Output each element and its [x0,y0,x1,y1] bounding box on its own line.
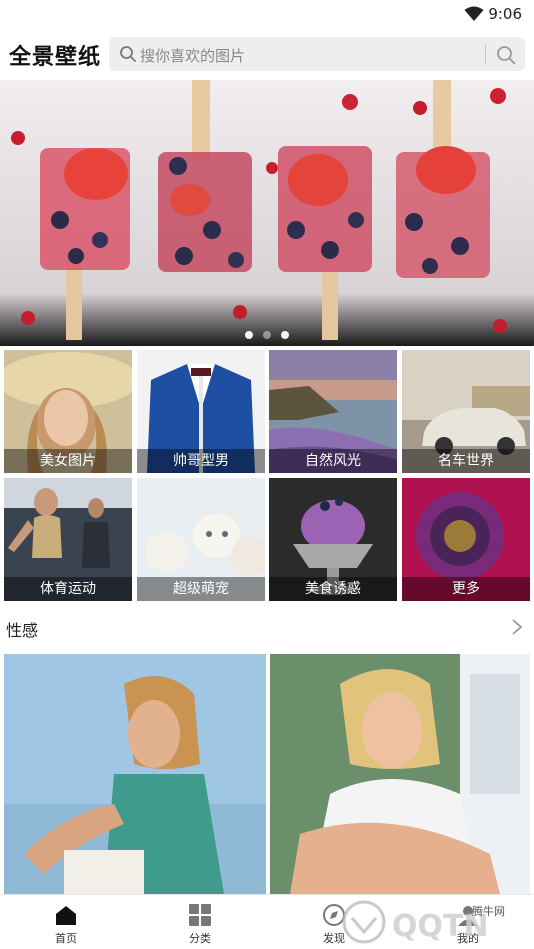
watermark-text: 腾牛网 [472,905,505,918]
tab-home[interactable]: 首页 [26,903,106,946]
wallpaper-image [270,654,530,894]
category-label: 更多 [402,577,530,601]
wifi-icon [464,6,484,21]
category-tile-nature[interactable]: 自然风光 [269,350,397,473]
banner-image [0,80,534,346]
category-tile-food[interactable]: 美食诱惑 [269,478,397,601]
grid-icon [189,904,211,926]
carousel-indicator [0,324,534,339]
category-tile-pets[interactable]: 超级萌宠 [137,478,265,601]
category-label: 自然风光 [269,449,397,473]
tab-category[interactable]: 分类 [160,903,240,946]
wallpaper-thumb[interactable] [270,654,530,894]
carousel-dot[interactable] [281,331,289,339]
search-input[interactable]: 搜你喜欢的图片 [109,37,525,71]
category-label: 帅哥型男 [137,449,265,473]
header: 全景壁纸 搜你喜欢的图片 [0,30,534,80]
home-icon [56,906,76,925]
tab-label: 分类 [189,932,211,945]
search-placeholder: 搜你喜欢的图片 [140,47,246,65]
category-grid: 美女图片 帅哥型男 自然风光 名车世界 体育运动 超级萌宠 美食诱惑 更多 [4,350,530,602]
category-label: 美女图片 [4,449,132,473]
status-bar: 9:06 [0,0,534,30]
wallpaper-thumb[interactable] [4,654,266,894]
banner-carousel[interactable] [0,80,534,346]
category-label: 名车世界 [402,449,530,473]
category-tile-more[interactable]: 更多 [402,478,530,601]
category-label: 超级萌宠 [137,577,265,601]
wallpaper-image [4,654,266,894]
search-icon [120,46,136,62]
section-header[interactable]: 性感 [0,612,534,644]
carousel-dot[interactable] [263,331,271,339]
category-tile-beauty[interactable]: 美女图片 [4,350,132,473]
tab-label: 首页 [55,932,77,945]
category-tile-cars[interactable]: 名车世界 [402,350,530,473]
category-tile-sports[interactable]: 体育运动 [4,478,132,601]
search-divider [485,44,486,64]
chevron-right-icon[interactable] [510,617,524,637]
category-label: 体育运动 [4,577,132,601]
section-title: 性感 [6,621,39,640]
carousel-dot[interactable] [245,331,253,339]
app-title: 全景壁纸 [9,45,102,70]
search-button-icon[interactable] [495,44,517,66]
category-tile-men[interactable]: 帅哥型男 [137,350,265,473]
clock: 9:06 [488,5,522,23]
category-label: 美食诱惑 [269,577,397,601]
